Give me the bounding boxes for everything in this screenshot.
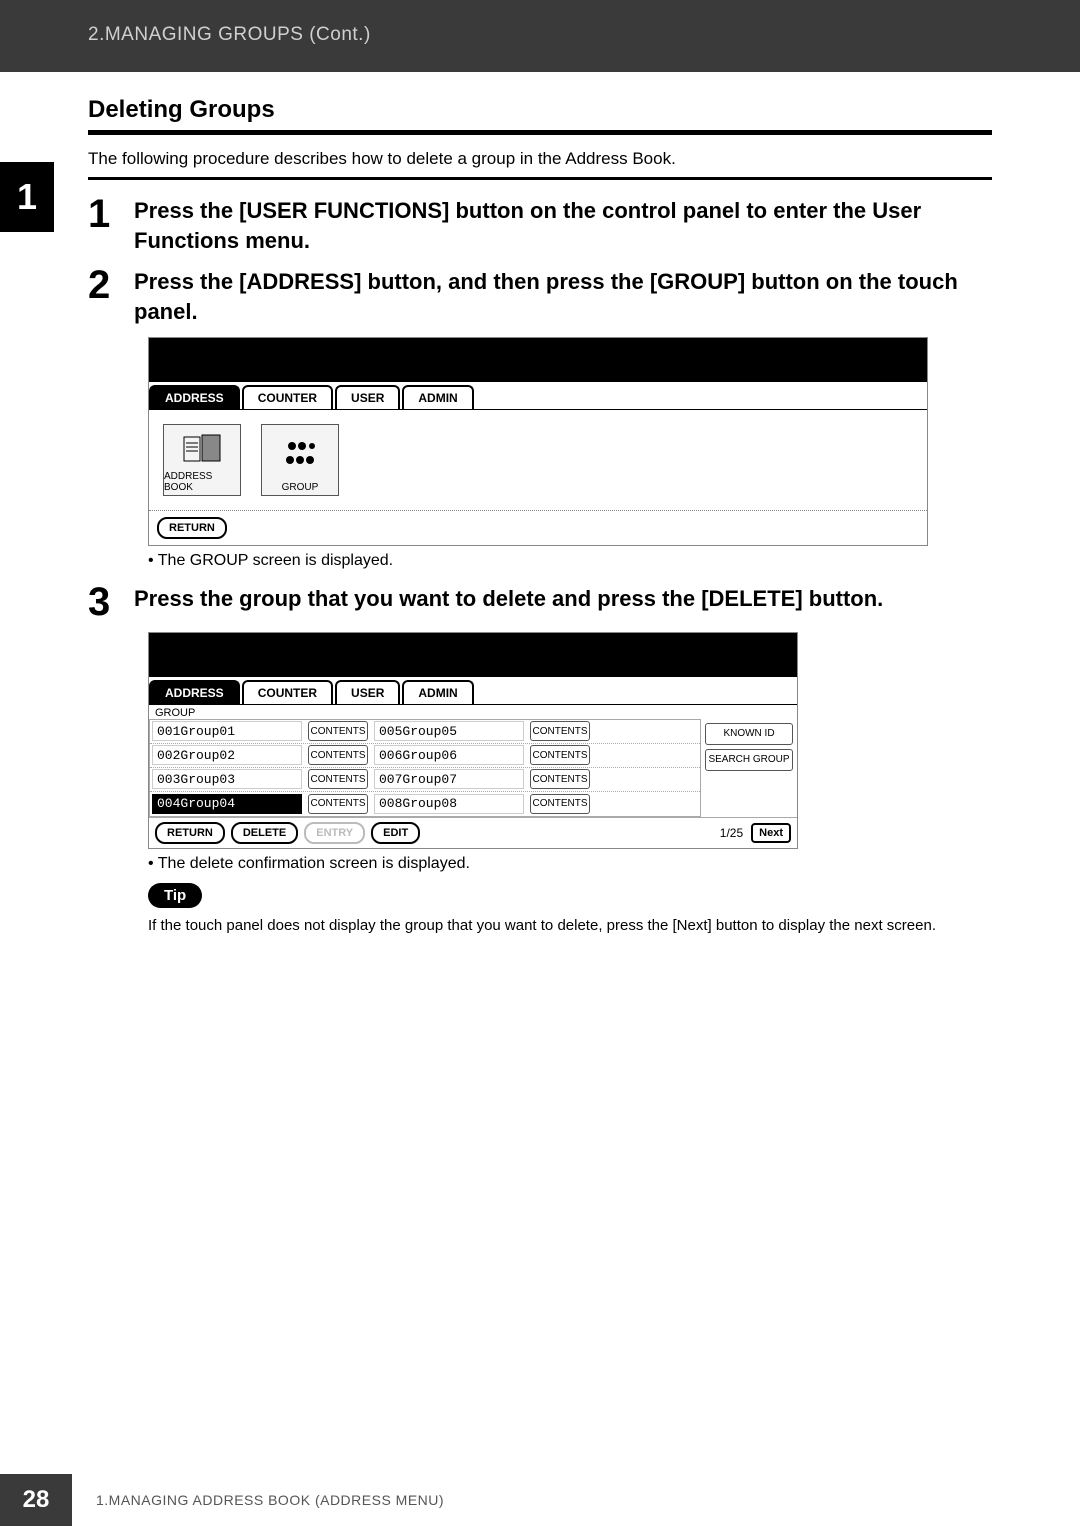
group-entry[interactable]: 003Group03 [152,769,302,789]
section-intro: The following procedure describes how to… [88,149,992,169]
footer-text: 1.MANAGING ADDRESS BOOK (ADDRESS MENU) [96,1492,444,1508]
pager: 1/25 Next [720,823,791,843]
known-id-button[interactable]: KNOWN ID [705,723,793,745]
touch-panel-screenshot-2: ADDRESS COUNTER USER ADMIN GROUP 001Grou… [148,632,798,849]
screen-body: ADDRESS BOOK GROUP [149,410,927,510]
step-text: Press the [ADDRESS] button, and then pre… [134,265,992,326]
intro-rule [88,177,992,180]
step-number: 3 [88,582,134,622]
step-number: 2 [88,265,134,305]
group-list-area: 001Group01 CONTENTS 005Group05 CONTENTS … [149,719,797,817]
address-book-button[interactable]: ADDRESS BOOK [163,424,241,496]
tab-admin[interactable]: ADMIN [402,385,473,409]
tab-user[interactable]: USER [335,680,400,704]
step-text: Press the [USER FUNCTIONS] button on the… [134,194,992,255]
tip-badge: Tip [148,887,992,905]
page-content: Deleting Groups The following procedure … [0,72,1080,937]
group-entry[interactable]: 006Group06 [374,745,524,765]
step3-note: The delete confirmation screen is displa… [148,855,992,873]
chapter-side-tab: 1 [0,162,54,232]
step-1: 1 Press the [USER FUNCTIONS] button on t… [88,194,992,255]
screen-tabs: ADDRESS COUNTER USER ADMIN [149,677,797,705]
page-indicator: 1/25 [720,826,743,840]
screen-bottom-bar: RETURN [149,510,927,545]
next-button[interactable]: Next [751,823,791,843]
touch-panel-screenshot-1: ADDRESS COUNTER USER ADMIN ADDRESS BOOK [148,337,928,546]
group-label: GROUP [282,482,319,493]
tab-user[interactable]: USER [335,385,400,409]
screen-header-black [149,338,927,382]
address-book-label: ADDRESS BOOK [164,471,240,493]
table-row: 002Group02 CONTENTS 006Group06 CONTENTS [150,744,700,768]
tip-label: Tip [148,883,202,908]
table-row: 004Group04 CONTENTS 008Group08 CONTENTS [150,792,700,816]
page-header: 2.MANAGING GROUPS (Cont.) [0,0,1080,72]
group-entry[interactable]: 001Group01 [152,721,302,741]
table-row: 001Group01 CONTENTS 005Group05 CONTENTS [150,720,700,744]
return-button[interactable]: RETURN [157,517,227,539]
tip-text: If the touch panel does not display the … [148,915,992,938]
contents-button[interactable]: CONTENTS [308,769,368,789]
group-entry[interactable]: 002Group02 [152,745,302,765]
contents-button[interactable]: CONTENTS [530,769,590,789]
page-footer: 28 1.MANAGING ADDRESS BOOK (ADDRESS MENU… [0,1474,1080,1526]
return-button[interactable]: RETURN [155,822,225,844]
entry-button-disabled: ENTRY [304,822,365,844]
screen-bottom-bar: RETURN DELETE ENTRY EDIT 1/25 Next [149,817,797,848]
screen-tabs: ADDRESS COUNTER USER ADMIN [149,382,927,410]
tab-counter[interactable]: COUNTER [242,385,333,409]
group-entry[interactable]: 005Group05 [374,721,524,741]
group-button[interactable]: GROUP [261,424,339,496]
step-text: Press the group that you want to delete … [134,582,883,614]
group-entry-selected[interactable]: 004Group04 [152,794,302,814]
page-number: 28 [0,1474,72,1526]
group-list-label: GROUP [149,705,797,719]
step-3: 3 Press the group that you want to delet… [88,582,992,622]
breadcrumb: 2.MANAGING GROUPS (Cont.) [88,24,371,45]
contents-button[interactable]: CONTENTS [308,794,368,814]
edit-button[interactable]: EDIT [371,822,420,844]
group-icon [280,425,320,482]
delete-button[interactable]: DELETE [231,822,298,844]
step-2: 2 Press the [ADDRESS] button, and then p… [88,265,992,326]
group-side-column: KNOWN ID SEARCH GROUP [701,719,797,817]
group-entry[interactable]: 007Group07 [374,769,524,789]
screen-header-black [149,633,797,677]
group-columns: 001Group01 CONTENTS 005Group05 CONTENTS … [149,719,701,817]
search-group-button[interactable]: SEARCH GROUP [705,749,793,771]
step-number: 1 [88,194,134,234]
tab-address[interactable]: ADDRESS [149,680,240,704]
section-rule [88,130,992,135]
tab-address[interactable]: ADDRESS [149,385,240,409]
tab-admin[interactable]: ADMIN [402,680,473,704]
address-book-icon [182,425,222,471]
group-entry[interactable]: 008Group08 [374,794,524,814]
tab-counter[interactable]: COUNTER [242,680,333,704]
contents-button[interactable]: CONTENTS [530,745,590,765]
section-title: Deleting Groups [88,96,992,124]
contents-button[interactable]: CONTENTS [530,721,590,741]
contents-button[interactable]: CONTENTS [308,745,368,765]
chapter-number: 1 [17,176,37,218]
contents-button[interactable]: CONTENTS [308,721,368,741]
table-row: 003Group03 CONTENTS 007Group07 CONTENTS [150,768,700,792]
step2-note: The GROUP screen is displayed. [148,552,992,570]
contents-button[interactable]: CONTENTS [530,794,590,814]
